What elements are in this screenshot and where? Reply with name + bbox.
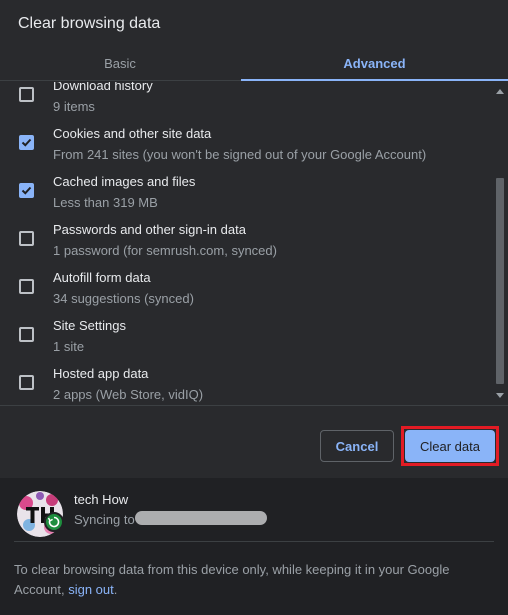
data-types-list: Download history 9 items Cookies and oth… bbox=[0, 82, 508, 406]
tab-bar: Basic Advanced bbox=[0, 46, 508, 81]
list-item-cookies[interactable]: Cookies and other site data From 241 sit… bbox=[0, 122, 492, 170]
list-item-site-settings[interactable]: Site Settings 1 site bbox=[0, 314, 492, 362]
item-sublabel: Less than 319 MB bbox=[53, 195, 158, 210]
cancel-button[interactable]: Cancel bbox=[320, 430, 394, 462]
item-sublabel: 34 suggestions (synced) bbox=[53, 291, 194, 306]
item-sublabel: 2 apps (Web Store, vidIQ) bbox=[53, 387, 204, 402]
footer-note: To clear browsing data from this device … bbox=[14, 560, 494, 600]
account-name: tech How bbox=[74, 492, 129, 507]
tab-advanced[interactable]: Advanced bbox=[241, 46, 508, 81]
item-sublabel: 9 items bbox=[53, 99, 95, 114]
item-label: Site Settings bbox=[53, 318, 126, 333]
checkbox-hosted-app-data[interactable] bbox=[19, 375, 34, 390]
list-item-cached-images[interactable]: Cached images and files Less than 319 MB bbox=[0, 170, 492, 218]
list-item-autofill[interactable]: Autofill form data 34 suggestions (synce… bbox=[0, 266, 492, 314]
item-label: Download history bbox=[53, 82, 153, 93]
checkbox-download-history[interactable] bbox=[19, 87, 34, 102]
scroll-down-arrow-icon[interactable] bbox=[496, 393, 504, 398]
checkmark-icon bbox=[21, 186, 32, 195]
items-container: Download history 9 items Cookies and oth… bbox=[0, 82, 492, 405]
scroll-up-arrow-icon[interactable] bbox=[496, 89, 504, 94]
sync-icon bbox=[47, 516, 60, 528]
item-label: Passwords and other sign-in data bbox=[53, 222, 246, 237]
checkbox-cookies[interactable] bbox=[19, 135, 34, 150]
item-label: Autofill form data bbox=[53, 270, 151, 285]
scrollbar-thumb[interactable] bbox=[496, 178, 504, 384]
redacted-email bbox=[135, 511, 267, 525]
item-sublabel: From 241 sites (you won't be signed out … bbox=[53, 147, 427, 162]
item-label: Hosted app data bbox=[53, 366, 149, 381]
clear-data-button[interactable]: Clear data bbox=[405, 430, 495, 462]
sync-badge-icon bbox=[44, 512, 64, 532]
scrollbar[interactable] bbox=[492, 82, 508, 405]
checkbox-autofill[interactable] bbox=[19, 279, 34, 294]
list-item-passwords[interactable]: Passwords and other sign-in data 1 passw… bbox=[0, 218, 492, 266]
list-item-hosted-app-data[interactable]: Hosted app data 2 apps (Web Store, vidIQ… bbox=[0, 362, 492, 405]
checkbox-cached-images[interactable] bbox=[19, 183, 34, 198]
checkmark-icon bbox=[21, 138, 32, 147]
list-item-download-history[interactable]: Download history 9 items bbox=[0, 82, 492, 122]
item-sublabel: 1 password (for semrush.com, synced) bbox=[53, 243, 277, 258]
account-footer: tech How Syncing to To clear browsing da… bbox=[0, 478, 508, 615]
checkbox-site-settings[interactable] bbox=[19, 327, 34, 342]
footer-divider bbox=[14, 541, 494, 542]
tab-basic[interactable]: Basic bbox=[0, 46, 240, 81]
sign-out-link[interactable]: sign out bbox=[68, 582, 114, 597]
item-label: Cached images and files bbox=[53, 174, 196, 189]
active-tab-indicator bbox=[241, 79, 508, 81]
footer-note-end: . bbox=[113, 582, 118, 597]
clear-browsing-data-dialog: Clear browsing data Basic Advanced Downl… bbox=[0, 0, 508, 615]
checkbox-passwords[interactable] bbox=[19, 231, 34, 246]
item-sublabel: 1 site bbox=[53, 339, 85, 354]
item-label: Cookies and other site data bbox=[53, 126, 212, 141]
dialog-title: Clear browsing data bbox=[18, 15, 161, 32]
sync-status: Syncing to bbox=[74, 512, 135, 527]
